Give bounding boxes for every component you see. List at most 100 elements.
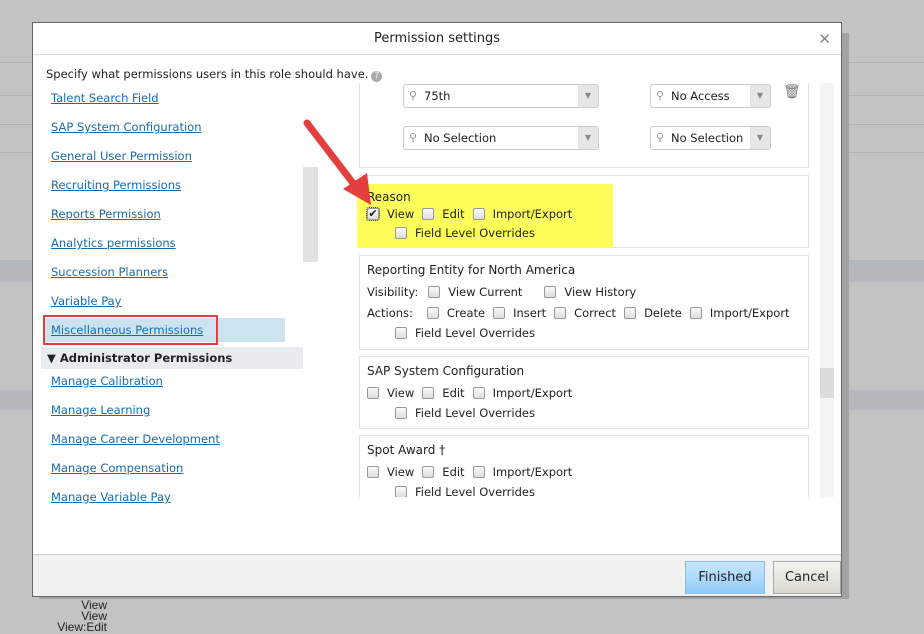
import-label: Import/Export: [492, 465, 573, 479]
trash-icon[interactable]: 🗑: [783, 84, 801, 100]
nav-manage-learning[interactable]: Manage Learning: [51, 403, 150, 417]
select-value: No Selection: [424, 131, 497, 145]
create-checkbox[interactable]: [426, 307, 439, 319]
view-checkbox[interactable]: ✔: [366, 207, 380, 221]
dialog-title-text: Permission settings: [373, 31, 501, 46]
nav-manage-calibration[interactable]: Manage Calibration: [51, 374, 163, 388]
intro-label: Specify what permissions users in this r…: [46, 67, 369, 81]
nav-sap-system-configuration[interactable]: SAP System Configuration: [51, 120, 202, 134]
sap-title: SAP System Configuration: [367, 364, 525, 378]
import-checkbox[interactable]: [472, 466, 485, 478]
section-administrator-permissions[interactable]: ▼ Administrator Permissions: [41, 347, 303, 369]
search-icon: ⚲: [656, 89, 665, 102]
spot-title: Spot Award †: [367, 443, 446, 457]
view-current-checkbox[interactable]: [428, 286, 441, 298]
select-value: 75th: [424, 89, 451, 103]
select-no-selection-2[interactable]: ⚲ No Selection ▼: [650, 126, 771, 150]
view-history-checkbox[interactable]: [544, 286, 557, 298]
nav-analytics-permissions[interactable]: Analytics permissions: [51, 236, 176, 250]
nav-succession-planners[interactable]: Succession Planners: [51, 265, 168, 279]
search-icon: ⚲: [409, 89, 418, 102]
import-label: Import/Export: [492, 386, 573, 400]
help-icon[interactable]: ?: [371, 71, 383, 82]
view-current-label: View Current: [448, 285, 523, 299]
dialog-title: Permission settings ✕: [33, 23, 841, 55]
bg-text: View:Edit: [57, 620, 107, 634]
chevron-down-icon: ▼: [578, 127, 598, 149]
import-label: Import/Export: [709, 306, 790, 320]
search-icon: ⚲: [656, 131, 665, 144]
nav-talent-search-field[interactable]: Talent Search Field: [51, 91, 159, 105]
import-checkbox[interactable]: [472, 208, 485, 220]
insert-label: Insert: [513, 306, 547, 320]
actions-label: Actions:: [367, 306, 413, 320]
permission-detail-panel: ⚲ 75th ▼ ⚲ No Access ▼ 🗑 ⚲ No Selection ▼ ⚲ No …: [357, 83, 811, 497]
flo-label: Field Level Overrides: [415, 326, 535, 340]
section-label: Administrator Permissions: [59, 351, 233, 365]
nav-reports-permission[interactable]: Reports Permission: [51, 207, 161, 221]
flo-label: Field Level Overrides: [415, 226, 535, 240]
cancel-button[interactable]: Cancel: [773, 561, 841, 594]
visibility-label: Visibility:: [367, 285, 419, 299]
right-scrollbar[interactable]: [820, 368, 834, 398]
flo-checkbox[interactable]: [395, 327, 407, 339]
chevron-down-icon: ▼: [750, 85, 770, 107]
select-75th[interactable]: ⚲ 75th ▼: [403, 84, 599, 108]
insert-checkbox[interactable]: [493, 307, 506, 319]
nav-manage-compensation[interactable]: Manage Compensation: [51, 461, 183, 475]
finished-button[interactable]: Finished: [685, 561, 765, 594]
flo-label: Field Level Overrides: [415, 406, 535, 420]
edit-checkbox[interactable]: [422, 208, 435, 220]
dialog-footer: Finished Cancel: [33, 554, 841, 596]
reason-box: Reason ✔ View Edit Import/Export Field Leve…: [357, 175, 809, 248]
import-checkbox[interactable]: [472, 387, 485, 399]
view-history-label: View History: [564, 285, 637, 299]
sap-box: SAP System Configuration View Edit Import/…: [359, 356, 809, 429]
import-label: Import/Export: [492, 207, 573, 221]
select-no-selection[interactable]: ⚲ No Selection ▼: [403, 126, 599, 150]
flo-checkbox[interactable]: [395, 486, 407, 497]
edit-checkbox[interactable]: [422, 387, 435, 399]
view-label: View: [387, 207, 415, 221]
edit-label: Edit: [442, 386, 465, 400]
correct-label: Correct: [574, 306, 617, 320]
import-checkbox[interactable]: [689, 307, 702, 319]
nav-variable-pay[interactable]: Variable Pay: [51, 294, 122, 308]
permission-category-list: Talent Search Field SAP System Configura…: [41, 83, 303, 511]
nav-recruiting-permissions[interactable]: Recruiting Permissions: [51, 178, 181, 192]
right-scroll-track[interactable]: [820, 83, 834, 497]
nav-manage-variable-pay[interactable]: Manage Variable Pay: [51, 490, 171, 504]
view-label: View: [387, 465, 415, 479]
chevron-down-icon: ▼: [578, 85, 598, 107]
select-value: No Selection: [671, 131, 744, 145]
permission-settings-dialog: Permission settings ✕ Specify what permis…: [32, 22, 842, 597]
nav-manage-career-development[interactable]: Manage Career Development: [51, 432, 220, 446]
annotation-arrow-icon: [303, 119, 371, 205]
chevron-down-icon: ▼: [750, 127, 770, 149]
edit-checkbox[interactable]: [422, 466, 435, 478]
view-checkbox[interactable]: [367, 466, 379, 478]
nav-miscellaneous-permissions[interactable]: Miscellaneous Permissions: [51, 323, 203, 337]
close-icon[interactable]: ✕: [818, 23, 831, 55]
create-label: Create: [446, 306, 486, 320]
delete-label: Delete: [644, 306, 682, 320]
correct-checkbox[interactable]: [554, 307, 567, 319]
collapse-icon: ▼: [47, 351, 60, 365]
delete-checkbox[interactable]: [624, 307, 637, 319]
flo-checkbox[interactable]: [395, 227, 407, 239]
view-checkbox[interactable]: [367, 387, 379, 399]
select-no-access[interactable]: ⚲ No Access ▼: [650, 84, 771, 108]
edit-label: Edit: [442, 465, 465, 479]
view-label: View: [387, 386, 415, 400]
edit-label: Edit: [442, 207, 465, 221]
entity-title: Reporting Entity for North America: [367, 263, 576, 277]
intro-text: Specify what permissions users in this r…: [46, 67, 383, 82]
nav-general-user-permission[interactable]: General User Permission: [51, 149, 192, 163]
entity-box: Reporting Entity for North America Visib…: [359, 255, 809, 350]
flo-label: Field Level Overrides: [415, 485, 535, 497]
search-icon: ⚲: [409, 131, 418, 144]
select-value: No Access: [671, 89, 730, 103]
select-group: ⚲ 75th ▼ ⚲ No Access ▼ 🗑 ⚲ No Selection ▼ ⚲ No …: [359, 83, 809, 168]
flo-checkbox[interactable]: [395, 407, 407, 419]
spot-award-box: Spot Award † View Edit Import/Export Field…: [359, 435, 809, 497]
